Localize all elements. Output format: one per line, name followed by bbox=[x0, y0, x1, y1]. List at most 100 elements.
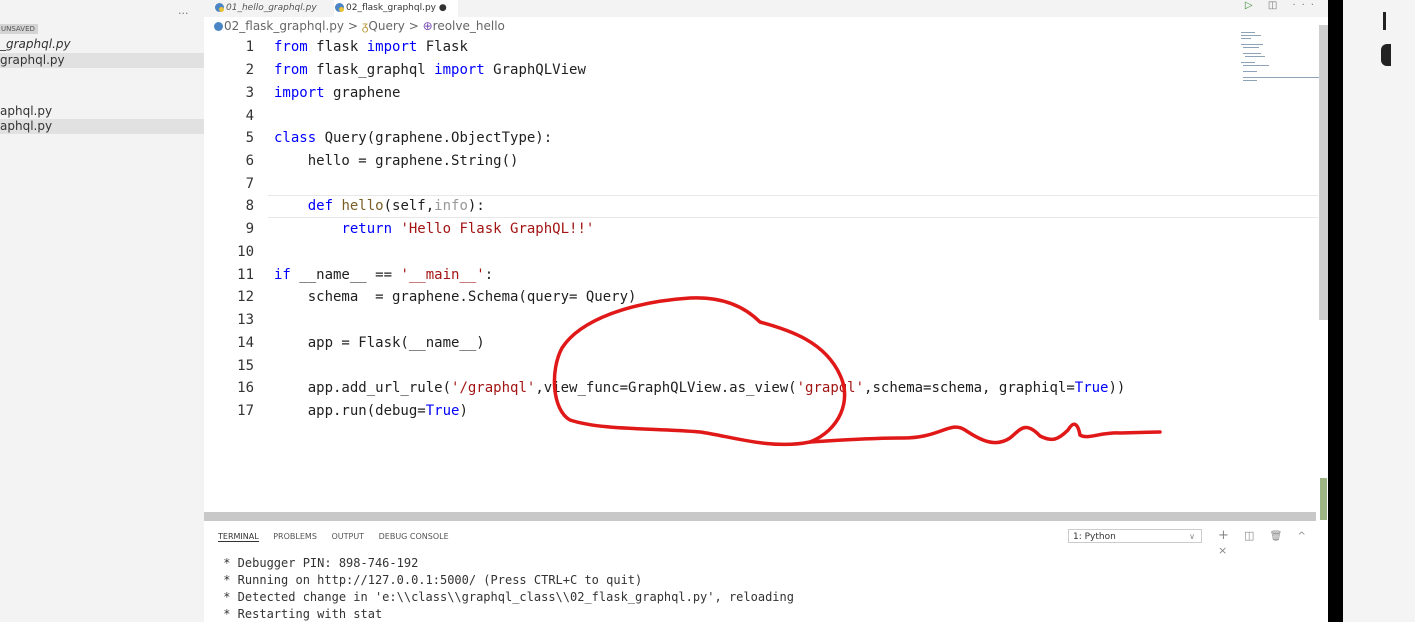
editor-actions: ▷ ◫ ··· bbox=[1245, 0, 1320, 11]
terminal-line: * Detected change in 'e:\\class\\graphql… bbox=[216, 590, 794, 604]
code-token: '__main__' bbox=[400, 267, 485, 283]
side-window bbox=[1343, 0, 1415, 622]
code-token: import bbox=[366, 39, 418, 55]
line-number: 17 bbox=[237, 403, 254, 419]
red-circle-annotation bbox=[552, 296, 1162, 447]
panel-tabs: TERMINAL PROBLEMS OUTPUT DEBUG CONSOLE bbox=[218, 532, 461, 542]
partial-glyph bbox=[1381, 44, 1391, 66]
line-number: 11 bbox=[237, 267, 254, 283]
code-token: '/graphql' bbox=[451, 380, 536, 396]
tab-01-hello-graphql[interactable]: 01_hello_graphql.py bbox=[214, 0, 338, 17]
minimap[interactable] bbox=[1233, 28, 1320, 118]
tab-debug-console[interactable]: DEBUG CONSOLE bbox=[379, 532, 449, 541]
code-token: graphene bbox=[324, 85, 401, 101]
open-editor-item[interactable]: graphql.py bbox=[0, 53, 204, 68]
terminal-line: * Restarting with stat bbox=[216, 607, 383, 621]
line-number: 15 bbox=[237, 358, 254, 374]
open-editor-item[interactable]: _graphql.py bbox=[0, 37, 71, 52]
tab-label: 02_flask_graphql.py ● bbox=[346, 3, 447, 13]
terminal-shell-select[interactable]: 1: Python ∨ bbox=[1068, 529, 1202, 543]
line-number: 9 bbox=[245, 221, 254, 237]
line-number: 13 bbox=[237, 312, 254, 328]
code-token: return bbox=[341, 221, 393, 237]
code-token: app.add_url_rule( bbox=[274, 380, 452, 396]
code-token: Flask bbox=[417, 39, 468, 55]
line-number: 14 bbox=[237, 335, 254, 351]
line-number: 12 bbox=[237, 289, 254, 305]
vertical-scrollbar[interactable] bbox=[1319, 25, 1328, 320]
new-terminal-icon[interactable]: + bbox=[1218, 528, 1229, 543]
partial-glyph bbox=[1383, 12, 1386, 30]
chevron-down-icon: ∨ bbox=[1189, 532, 1195, 541]
line-number: 16 bbox=[237, 380, 254, 396]
code-token: flask bbox=[307, 39, 367, 55]
tab-terminal[interactable]: TERMINAL bbox=[218, 532, 259, 542]
breadcrumb-separator: > bbox=[408, 19, 419, 33]
code-token: info bbox=[434, 198, 468, 214]
breadcrumb-file[interactable]: 02_flask_graphql.py bbox=[224, 19, 344, 33]
overview-ruler-marker bbox=[1320, 478, 1327, 520]
code-token: ): bbox=[467, 198, 485, 214]
file-item[interactable]: aphql.py bbox=[0, 119, 204, 134]
code-token: def bbox=[307, 198, 334, 214]
method-symbol-icon: ⊕ bbox=[422, 19, 433, 33]
code-token: Query(graphene.ObjectType): bbox=[316, 130, 553, 146]
code-token: : bbox=[484, 267, 494, 283]
line-number: 10 bbox=[237, 244, 254, 260]
run-icon[interactable]: ▷ bbox=[1245, 0, 1259, 11]
terminal-actions: + ◫ 🗑 ^ × bbox=[1218, 528, 1328, 558]
code-token: True bbox=[425, 403, 460, 419]
code-token: GraphQLView bbox=[484, 62, 586, 78]
code-token: (self, bbox=[383, 198, 435, 214]
breadcrumb-separator: > bbox=[347, 19, 358, 33]
code-token: from bbox=[274, 62, 308, 78]
editor-tab-bar: 01_hello_graphql.py 02_flask_graphql.py … bbox=[204, 0, 1328, 17]
split-terminal-icon[interactable]: ◫ bbox=[1244, 529, 1254, 542]
code-text: app = Flask(__name__) bbox=[274, 335, 485, 351]
code-token: flask_graphql bbox=[307, 62, 435, 78]
terminal-panel: TERMINAL PROBLEMS OUTPUT DEBUG CONSOLE 1… bbox=[204, 522, 1328, 622]
unsaved-badge: UNSAVED bbox=[0, 24, 38, 34]
terminal-line: * Debugger PIN: 898-746-192 bbox=[216, 556, 419, 570]
explorer-sidebar: ... UNSAVED _graphql.py graphql.py aphql… bbox=[0, 0, 204, 622]
code-token: import bbox=[274, 85, 325, 101]
code-token: app.run(debug= bbox=[274, 403, 426, 419]
breadcrumb-method[interactable]: reolve_hello bbox=[433, 19, 505, 33]
tab-02-flask-graphql[interactable]: 02_flask_graphql.py ● bbox=[334, 0, 458, 17]
python-file-icon bbox=[215, 3, 224, 12]
maximize-panel-icon[interactable]: ^ bbox=[1297, 531, 1305, 542]
code-token: 'Hello Flask GraphQL!!' bbox=[392, 221, 595, 237]
breadcrumb: 02_flask_graphql.py > ᵹQuery > ⊕reolve_h… bbox=[214, 19, 505, 33]
file-item[interactable]: aphql.py bbox=[0, 104, 52, 119]
line-number: 4 bbox=[245, 108, 254, 124]
more-icon[interactable]: ... bbox=[178, 4, 189, 17]
code-token: class bbox=[274, 130, 317, 146]
breadcrumb-class[interactable]: Query bbox=[368, 19, 404, 33]
line-number: 5 bbox=[245, 130, 254, 146]
code-token: hello bbox=[333, 198, 384, 214]
more-actions-icon[interactable]: ··· bbox=[1292, 0, 1320, 11]
trash-icon[interactable]: 🗑 bbox=[1270, 531, 1283, 542]
tab-problems[interactable]: PROBLEMS bbox=[273, 532, 317, 541]
python-file-icon bbox=[214, 22, 223, 31]
tab-label: 01_hello_graphql.py bbox=[226, 3, 317, 13]
line-number: 2 bbox=[245, 62, 254, 78]
line-number: 6 bbox=[245, 153, 254, 169]
line-number: 3 bbox=[245, 85, 254, 101]
code-text: hello = graphene.String() bbox=[274, 153, 519, 169]
code-token: from bbox=[274, 39, 308, 55]
tab-output[interactable]: OUTPUT bbox=[331, 532, 364, 541]
split-editor-icon[interactable]: ◫ bbox=[1268, 0, 1283, 11]
terminal-line: * Running on http://127.0.0.1:5000/ (Pre… bbox=[216, 573, 643, 587]
line-number: 7 bbox=[245, 176, 254, 192]
line-number: 8 bbox=[245, 198, 254, 214]
python-file-icon bbox=[335, 3, 344, 12]
code-token: import bbox=[434, 62, 485, 78]
terminal-shell-label: 1: Python bbox=[1073, 532, 1116, 542]
horizontal-scrollbar[interactable] bbox=[204, 512, 1316, 521]
window-divider bbox=[1328, 0, 1343, 622]
line-number: 1 bbox=[245, 39, 254, 55]
close-panel-icon[interactable]: × bbox=[1218, 544, 1227, 557]
